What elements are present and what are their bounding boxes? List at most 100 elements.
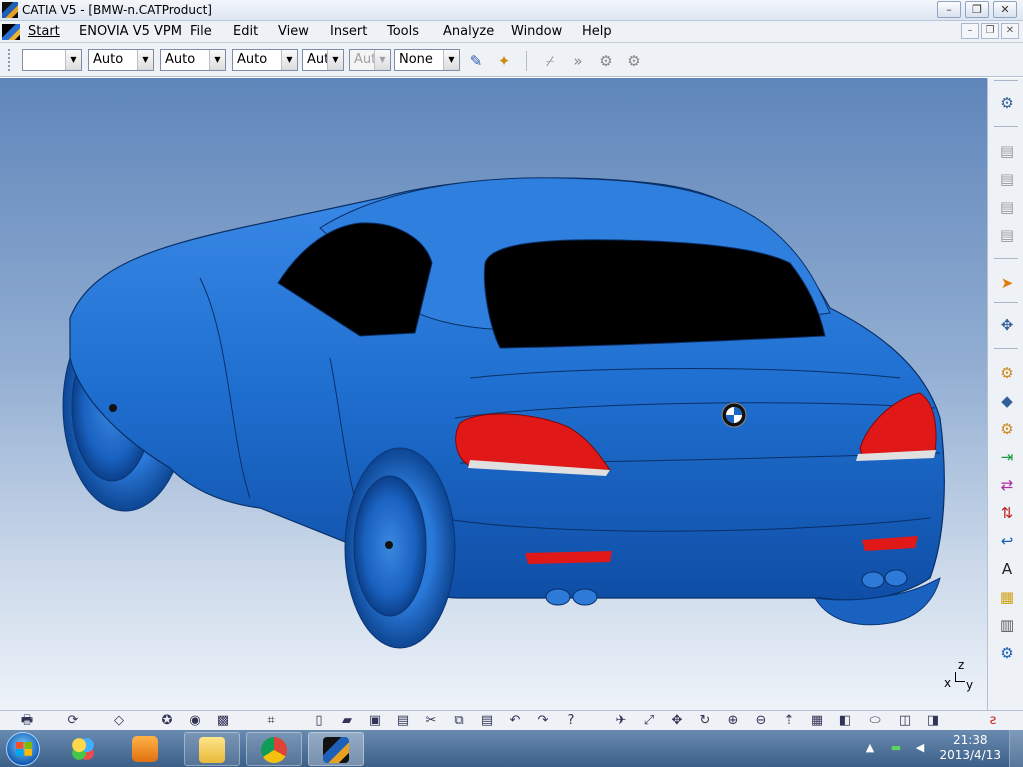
format-painter-icon[interactable]: ✎ <box>466 51 486 71</box>
taskbar-chrome[interactable] <box>246 732 302 766</box>
restore-button[interactable]: ❐ <box>965 1 989 18</box>
iso-view-icon[interactable]: ◧ <box>836 713 854 729</box>
component-icon[interactable]: ⚙ <box>996 362 1018 384</box>
copy-icon[interactable]: ⧉ <box>450 713 468 729</box>
paste-icon[interactable]: ▤ <box>478 713 496 729</box>
point-symbol-combo[interactable]: Aut ▼ <box>302 49 344 71</box>
chevron-down-icon[interactable]: ▼ <box>137 50 153 70</box>
redo-icon[interactable]: ↷ <box>534 713 552 729</box>
print-quick-icon[interactable]: ▤ <box>394 713 412 729</box>
graphic-properties-wizard-icon[interactable]: ✦ <box>494 51 514 71</box>
menu-start[interactable]: Start <box>28 24 60 39</box>
menu-insert[interactable]: Insert <box>330 24 367 39</box>
catalog-icon[interactable]: ▥ <box>996 614 1018 636</box>
knowledge-icon[interactable]: ◉ <box>186 713 204 729</box>
show-desktop-button[interactable] <box>1009 730 1023 767</box>
taskbar-clock[interactable]: 21:38 2013/4/13 <box>939 733 1001 763</box>
rotate-icon[interactable]: ↻ <box>696 713 714 729</box>
product-icon[interactable]: ◆ <box>996 390 1018 412</box>
menu-edit[interactable]: Edit <box>233 24 258 39</box>
swap-visible-space-icon[interactable]: ◨ <box>924 713 942 729</box>
measure-icon[interactable]: ◇ <box>110 713 128 729</box>
update-icon[interactable]: ⟳ <box>64 713 82 729</box>
fly-mode-icon[interactable]: ✈ <box>612 713 630 729</box>
print-icon[interactable]: 🖶 <box>18 713 36 729</box>
undo-icon[interactable]: ↶ <box>506 713 524 729</box>
menu-view[interactable]: View <box>278 24 309 39</box>
graph-tree-reorder-icon[interactable]: ⇅ <box>996 502 1018 524</box>
hide-show-icon[interactable]: ◫ <box>896 713 914 729</box>
line-type-combo[interactable]: Auto ▼ <box>232 49 298 71</box>
chevron-down-icon[interactable]: ▼ <box>281 50 297 70</box>
cut-icon[interactable]: ✂ <box>422 713 440 729</box>
close-button[interactable]: ✕ <box>993 1 1017 18</box>
menu-help[interactable]: Help <box>582 24 612 39</box>
gear-icon[interactable]: ⚙ <box>996 92 1018 114</box>
new-file-icon[interactable]: ▯ <box>310 713 328 729</box>
normal-view-icon[interactable]: ⇡ <box>780 713 798 729</box>
taskbar-app-color[interactable] <box>56 732 112 766</box>
fast-multi-instantiation-icon[interactable]: ⚙ <box>996 642 1018 664</box>
select-arrow-icon[interactable]: ➤ <box>996 272 1018 294</box>
doc-minimize-button[interactable]: – <box>961 23 979 39</box>
open-folder-icon[interactable]: ▰ <box>338 713 356 729</box>
whats-this-icon[interactable]: ? <box>562 713 580 729</box>
chevron-down-icon[interactable]: ▼ <box>65 50 81 70</box>
doc-restore-button[interactable]: ❐ <box>981 23 999 39</box>
pan-icon[interactable]: ✥ <box>668 713 686 729</box>
toolbar-grip[interactable] <box>8 49 11 71</box>
color-combo[interactable]: ▼ <box>22 49 82 71</box>
right-toolbar: ⚙ ▤ ▤ ▤ ▤ ➤ ✥ ⚙ ◆ ⚙ ⇥ ⇄ ⇅ ↩ A ▦ ▥ ⚙ <box>987 78 1023 710</box>
volume-icon[interactable]: ◀ <box>913 741 927 755</box>
menu-file[interactable]: File <box>190 24 212 39</box>
replace-component-icon[interactable]: ⇄ <box>996 474 1018 496</box>
car-model-render[interactable] <box>0 78 987 710</box>
fit-all-icon[interactable]: ⤢ <box>640 713 658 729</box>
chevron-down-icon[interactable]: ▼ <box>327 50 343 70</box>
existing-component-icon[interactable]: ⇥ <box>996 446 1018 468</box>
menu-analyze[interactable]: Analyze <box>443 24 494 39</box>
catia-menu-icon[interactable] <box>2 24 20 40</box>
network-icon[interactable]: ▬ <box>889 741 903 755</box>
axis-y-label: y <box>966 678 974 692</box>
menu-window[interactable]: Window <box>511 24 562 39</box>
snap-icon[interactable]: ⌗ <box>262 713 280 729</box>
manipulate-icon[interactable]: ✥ <box>996 314 1018 336</box>
layer-combo[interactable]: None ▼ <box>394 49 460 71</box>
zoom-in-icon[interactable]: ⊕ <box>724 713 742 729</box>
doc-close-button[interactable]: ✕ <box>1001 23 1019 39</box>
media-player-icon <box>132 736 158 762</box>
shading-icon[interactable]: ⬭ <box>866 713 884 729</box>
chevron-down-icon[interactable]: ▼ <box>209 50 225 70</box>
minimize-button[interactable]: – <box>937 1 961 18</box>
save-icon[interactable]: ▣ <box>366 713 384 729</box>
text-annotation-icon[interactable]: A <box>996 558 1018 580</box>
taskbar-media-player[interactable] <box>118 732 174 766</box>
line-thickness-combo[interactable]: Auto ▼ <box>160 49 226 71</box>
menu-enovia[interactable]: ENOVIA V5 VPM <box>79 24 182 39</box>
chevron-down-icon: ▼ <box>374 50 390 70</box>
transparency-combo[interactable]: Auto ▼ <box>88 49 154 71</box>
chevron-up-icon[interactable]: ▲ <box>863 741 877 755</box>
generate-numbering-icon[interactable]: ↩ <box>996 530 1018 552</box>
window-title: CATIA V5 - [BMW-n.CATProduct] <box>22 3 212 17</box>
color-app-icon <box>70 736 96 762</box>
sketch-doc-icon: ▤ <box>999 142 1015 160</box>
chrome-icon <box>261 737 287 763</box>
windows-start-button[interactable] <box>6 732 40 766</box>
clock-time: 21:38 <box>952 733 988 747</box>
multi-instantiation-icon[interactable]: ▦ <box>996 586 1018 608</box>
apply-material-icon[interactable]: ▩ <box>214 713 232 729</box>
multi-view-icon[interactable]: ▦ <box>808 713 826 729</box>
3d-viewport[interactable]: z x y <box>0 78 987 710</box>
double-arrow-icon: » <box>573 52 583 70</box>
zoom-out-icon[interactable]: ⊖ <box>752 713 770 729</box>
taskbar-explorer[interactable] <box>184 732 240 766</box>
part-icon[interactable]: ⚙ <box>996 418 1018 440</box>
taskbar-catia[interactable] <box>308 732 364 766</box>
catia-app-icon <box>2 2 18 18</box>
chevron-down-icon[interactable]: ▼ <box>443 50 459 70</box>
catalog-browser-icon[interactable]: ✪ <box>158 713 176 729</box>
catia-icon <box>323 737 349 763</box>
menu-tools[interactable]: Tools <box>387 24 419 39</box>
